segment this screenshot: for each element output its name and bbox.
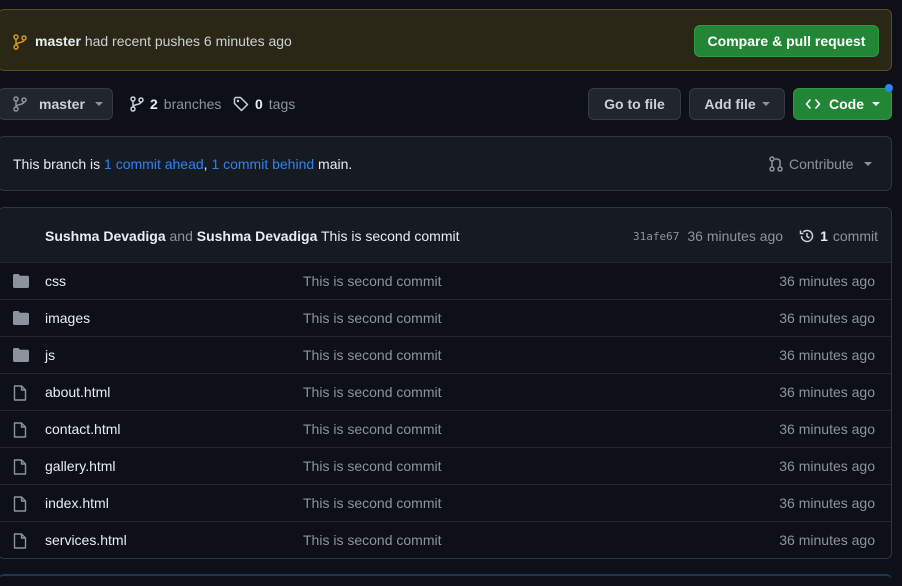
file-name-link[interactable]: about.html: [45, 384, 110, 400]
file-commit-message-link[interactable]: This is second commit: [303, 458, 441, 474]
branches-count: 2: [150, 96, 158, 112]
tags-link[interactable]: 0 tags: [233, 96, 295, 112]
branch-status-prefix: This branch is: [13, 156, 101, 172]
file-row[interactable]: gallery.html This is second commit 36 minu…: [0, 447, 891, 484]
code-icon: [805, 96, 821, 112]
code-label: Code: [829, 96, 864, 112]
recent-push-text: master had recent pushes 6 minutes ago: [35, 33, 292, 49]
go-to-file-button[interactable]: Go to file: [588, 88, 681, 120]
file-commit-age: 36 minutes ago: [779, 384, 875, 400]
file-commit-message-link[interactable]: This is second commit: [303, 532, 441, 548]
file-commit-message-link[interactable]: This is second commit: [303, 273, 441, 289]
file-icon: [13, 459, 27, 475]
tag-icon: [233, 96, 249, 112]
file-row[interactable]: css This is second commit 36 minutes ago: [0, 262, 891, 299]
commit-author[interactable]: Sushma Devadiga: [45, 228, 166, 244]
chevron-down-icon: [94, 102, 103, 106]
file-browser: Sushma Devadiga and Sushma Devadiga This…: [0, 207, 892, 559]
add-file-label: Add file: [704, 96, 756, 112]
chevron-down-icon: [863, 162, 872, 166]
compare-pull-request-button[interactable]: Compare & pull request: [694, 25, 879, 57]
branch-status-text: This branch is 1 commit ahead, 1 commit …: [13, 156, 352, 172]
file-row[interactable]: js This is second commit 36 minutes ago: [0, 336, 891, 373]
file-name-link[interactable]: services.html: [45, 532, 127, 548]
file-commit-age: 36 minutes ago: [779, 458, 875, 474]
file-row[interactable]: images This is second commit 36 minutes ag…: [0, 299, 891, 336]
file-icon: [13, 496, 27, 512]
commit-message-link[interactable]: This is second commit: [321, 228, 459, 244]
file-name-link[interactable]: js: [45, 347, 55, 363]
file-commit-message-link[interactable]: This is second commit: [303, 421, 441, 437]
file-row[interactable]: about.html This is second commit 36 minute…: [0, 373, 891, 410]
chevron-down-icon: [872, 102, 880, 106]
branch-select-button[interactable]: master: [0, 88, 113, 120]
file-commit-age: 36 minutes ago: [779, 421, 875, 437]
file-name-link[interactable]: images: [45, 310, 90, 326]
file-row[interactable]: contact.html This is second commit 36 minu…: [0, 410, 891, 447]
contribute-button[interactable]: Contribute: [769, 156, 872, 172]
commit-coauthor[interactable]: Sushma Devadiga: [197, 228, 318, 244]
branch-status-separator: ,: [203, 156, 208, 172]
recent-push-branch[interactable]: master: [35, 33, 81, 49]
folder-icon: [13, 274, 29, 288]
file-name-link[interactable]: contact.html: [45, 421, 120, 437]
code-button[interactable]: Code: [793, 88, 892, 120]
file-commit-age: 36 minutes ago: [779, 532, 875, 548]
file-commit-message-link[interactable]: This is second commit: [303, 495, 441, 511]
add-file-button[interactable]: Add file: [689, 88, 785, 120]
commits-ahead-link[interactable]: 1 commit ahead: [104, 156, 204, 172]
branch-select-label: master: [39, 96, 85, 112]
file-commit-message-link[interactable]: This is second commit: [303, 384, 441, 400]
file-name-link[interactable]: css: [45, 273, 66, 289]
branch-status-box: This branch is 1 commit ahead, 1 commit …: [0, 136, 892, 191]
file-icon: [13, 422, 27, 438]
commit-sha-link[interactable]: 31afe67: [633, 230, 679, 243]
branches-label: branches: [163, 96, 222, 112]
file-commit-age: 36 minutes ago: [779, 310, 875, 326]
next-section-edge: [0, 574, 892, 586]
commit-count-label: commit: [832, 228, 879, 244]
recent-push-message: had recent pushes 6 minutes ago: [84, 33, 292, 49]
file-commit-age: 36 minutes ago: [779, 347, 875, 363]
file-commit-message-link[interactable]: This is second commit: [303, 310, 441, 326]
commit-count: 1: [820, 228, 828, 244]
latest-commit-meta: 31afe67 36 minutes ago 1 commit: [633, 228, 878, 244]
latest-commit-bar: Sushma Devadiga and Sushma Devadiga This…: [0, 208, 891, 263]
file-icon: [13, 385, 27, 401]
git-pull-request-icon: [769, 156, 783, 172]
file-name-link[interactable]: index.html: [45, 495, 109, 511]
git-branch-icon: [13, 96, 27, 112]
file-icon: [13, 533, 27, 549]
file-commit-age: 36 minutes ago: [779, 495, 875, 511]
tags-label: tags: [268, 96, 296, 112]
commit-time: 36 minutes ago: [687, 228, 784, 244]
git-branch-icon: [13, 34, 27, 50]
chevron-down-icon: [761, 102, 770, 106]
commit-and: and: [169, 228, 193, 244]
contribute-label: Contribute: [789, 156, 854, 172]
notification-dot: [885, 84, 893, 92]
file-commit-message-link[interactable]: This is second commit: [303, 347, 441, 363]
tags-count: 0: [255, 96, 263, 112]
history-icon: [799, 228, 815, 244]
commits-behind-link[interactable]: 1 commit behind: [211, 156, 314, 172]
folder-icon: [13, 311, 29, 325]
branch-status-suffix: main.: [318, 156, 353, 172]
file-name-link[interactable]: gallery.html: [45, 458, 116, 474]
file-row[interactable]: index.html This is second commit 36 minute…: [0, 484, 891, 521]
file-commit-age: 36 minutes ago: [779, 273, 875, 289]
commit-history-link[interactable]: 1 commit: [799, 228, 878, 244]
branches-link[interactable]: 2 branches: [130, 96, 221, 112]
file-row[interactable]: services.html This is second commit 36 min…: [0, 521, 891, 558]
folder-icon: [13, 348, 29, 362]
git-branch-icon: [130, 96, 144, 112]
latest-commit-message: Sushma Devadiga and Sushma Devadiga This…: [45, 228, 459, 244]
